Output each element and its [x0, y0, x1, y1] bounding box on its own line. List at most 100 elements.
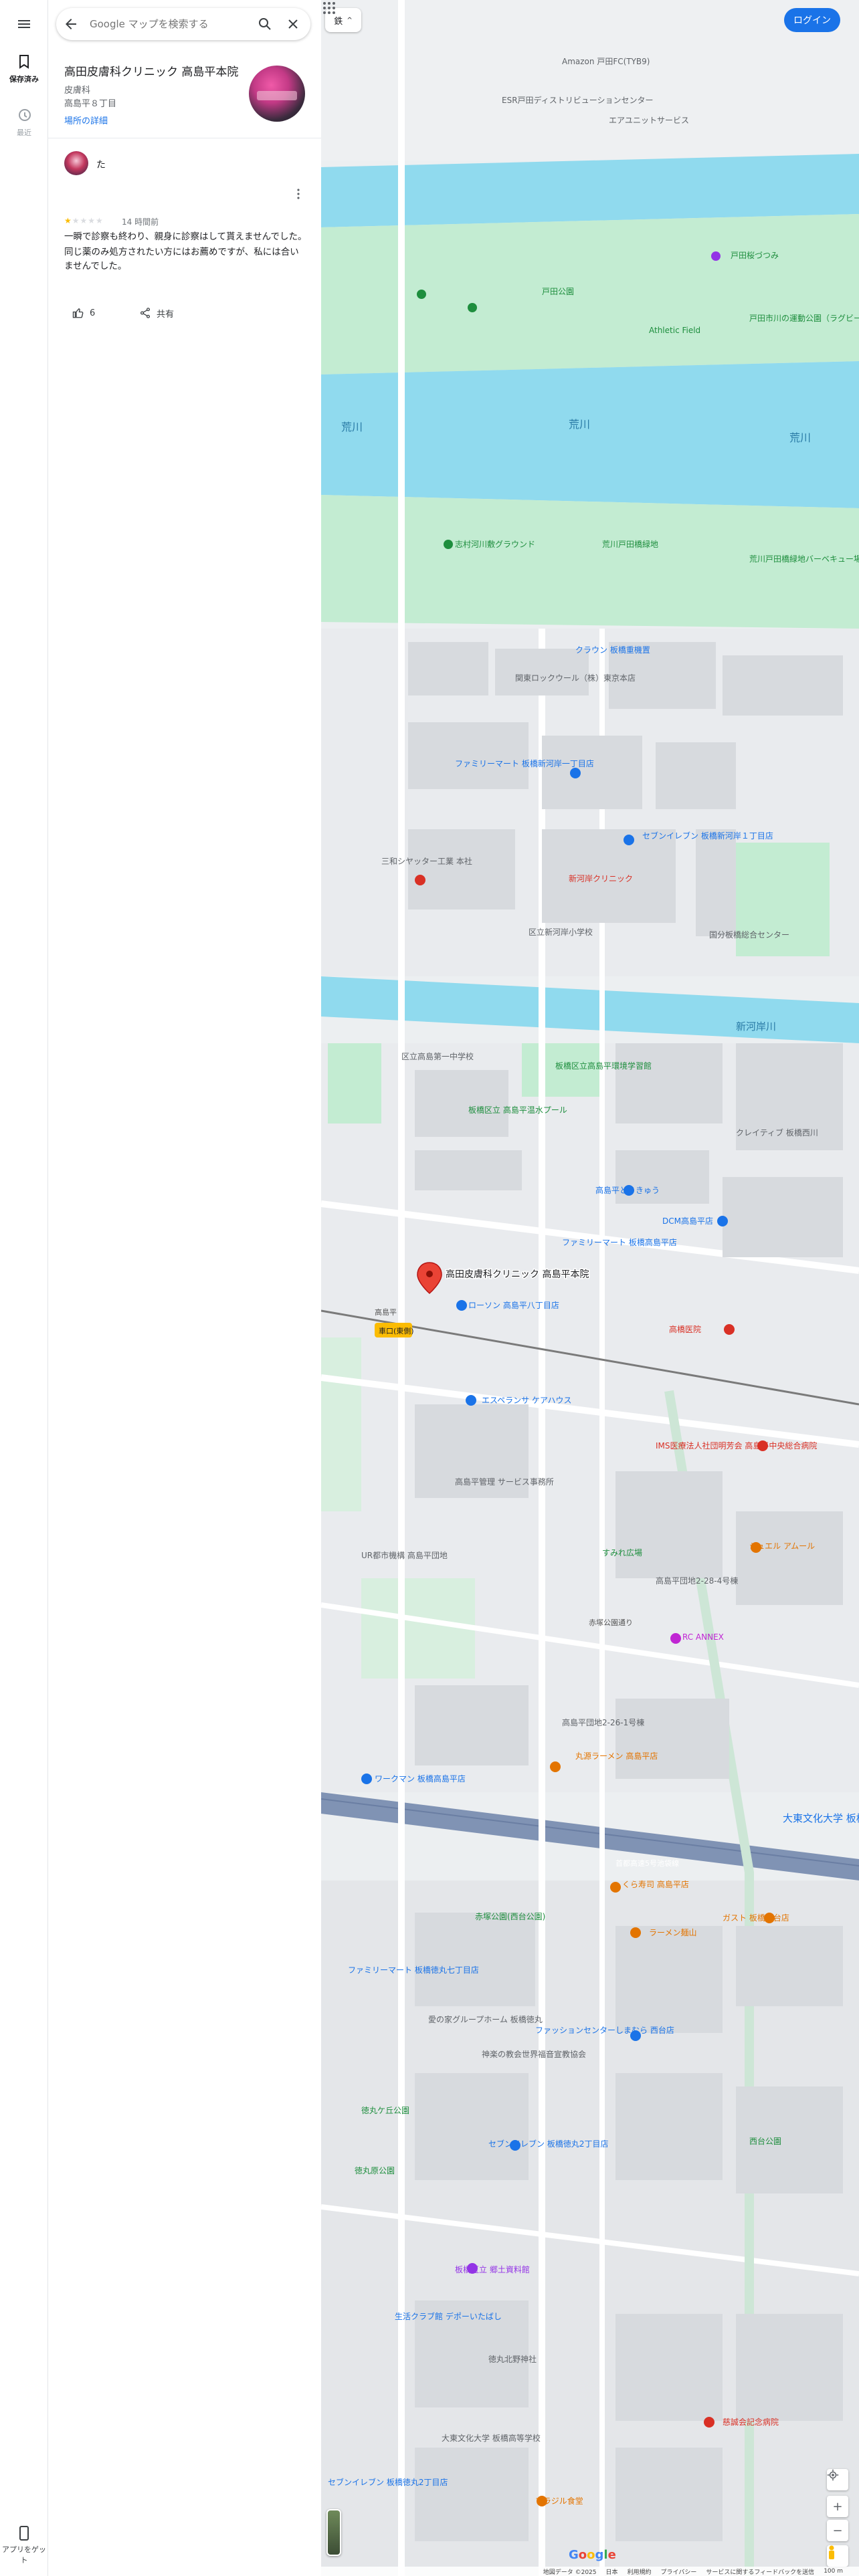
apps-grid-icon[interactable]	[321, 0, 337, 16]
map-label[interactable]: クラウン 板橋重機置	[575, 645, 650, 655]
like-button[interactable]: 6	[72, 304, 95, 322]
map-canvas[interactable]: 荒川 荒川 荒川 新河岸川 Amazon 戸田FC(TYB9) ESR戸田ディス…	[321, 0, 859, 2576]
poi-marker[interactable]	[764, 1913, 775, 1923]
poi-marker[interactable]	[670, 1633, 681, 1644]
map-label[interactable]: 大東文化大学 板橋キャンパス	[783, 1812, 859, 1824]
country-link[interactable]: 日本	[606, 2567, 618, 2576]
poi-marker[interactable]	[704, 2417, 714, 2428]
map-label[interactable]: 丸源ラーメン 高島平店	[575, 1751, 658, 1761]
street-view-button[interactable]	[827, 2545, 848, 2567]
close-icon[interactable]	[285, 16, 301, 32]
map-svg[interactable]: 荒川 荒川 荒川 新河岸川 Amazon 戸田FC(TYB9) ESR戸田ディス…	[321, 0, 859, 2576]
poi-marker[interactable]	[630, 1927, 641, 1938]
map-label[interactable]: ファッションセンターしまむら 西台店	[535, 2025, 674, 2035]
poi-marker[interactable]	[630, 2030, 641, 2041]
map-label[interactable]: 板橋区立 郷土資料館	[455, 2264, 530, 2274]
map-label[interactable]: ワークマン 板橋高島平店	[375, 1774, 466, 1784]
map-label[interactable]: すみれ広場	[602, 1548, 642, 1558]
map-label[interactable]: 徳丸北野神社	[488, 2354, 537, 2364]
map-label[interactable]: 戸田市川の運動公園（ラグビー場）	[749, 313, 859, 323]
more-options-icon[interactable]	[292, 187, 305, 201]
privacy-link[interactable]: プライバシー	[661, 2567, 697, 2576]
map-label[interactable]: 板橋区立 高島平温水プール	[468, 1105, 567, 1115]
back-arrow-icon[interactable]	[63, 16, 79, 32]
zoom-in-button[interactable]: +	[827, 2496, 848, 2517]
map-label[interactable]: RC ANNEX	[682, 1632, 724, 1642]
map-label[interactable]: ローソン 高島平八丁目店	[468, 1300, 559, 1310]
map-label[interactable]: Athletic Field	[649, 326, 700, 335]
search-icon[interactable]	[257, 16, 273, 32]
poi-marker[interactable]	[711, 251, 721, 261]
map-label[interactable]: エスペランサ ケアハウス	[482, 1396, 572, 1405]
map-label[interactable]: 高橋医院	[669, 1324, 701, 1334]
map-label[interactable]: 西台公園	[749, 2136, 781, 2146]
map-label[interactable]: ファミリーマート 板橋高島平店	[562, 1237, 677, 1247]
share-button[interactable]: 共有	[139, 304, 174, 322]
station-label[interactable]: 車口(東側)	[379, 1326, 414, 1335]
map-label[interactable]: エアユニットサービス	[609, 116, 689, 125]
map-label[interactable]: 高島平団地2-26-1号棟	[562, 1717, 644, 1727]
map-label[interactable]: 愛の家グループホーム 板橋徳丸	[428, 2014, 543, 2024]
map-label[interactable]: ファミリーマート 板橋徳丸七丁目店	[348, 1965, 479, 1975]
map-label[interactable]: UR都市機構 高島平団地	[361, 1550, 448, 1560]
poi-marker[interactable]	[550, 1761, 561, 1772]
map-label[interactable]: セブンイレブン 板橋徳丸2丁目店	[488, 2139, 608, 2149]
map-label[interactable]: 区立新河岸小学校	[529, 927, 593, 937]
poi-marker[interactable]	[570, 768, 581, 778]
map-label[interactable]: セブンイレブン 板橋新河岸１丁目店	[642, 831, 773, 841]
map-label[interactable]: 関東ロックウール（株）東京本店	[515, 673, 636, 683]
map-label[interactable]: 生活クラブ館 デポーいたばし	[395, 2311, 502, 2321]
map-label[interactable]: 徳丸ケ丘公園	[361, 2105, 409, 2115]
map-label[interactable]: 慈誠会記念病院	[723, 2417, 779, 2427]
map-label[interactable]: 大東文化大学 板橋高等学校	[442, 2433, 541, 2443]
feedback-link[interactable]: サービスに関するフィードバックを送信	[706, 2567, 814, 2576]
terms-link[interactable]: 利用規約	[628, 2567, 652, 2576]
map-label[interactable]: セブンイレブン 板橋徳丸2丁目店	[328, 2477, 448, 2487]
poi-marker[interactable]	[444, 540, 453, 549]
poi-marker[interactable]	[624, 1185, 634, 1196]
poi-marker[interactable]	[510, 2140, 520, 2151]
map-label[interactable]: 高島平団地2-28-4号棟	[656, 1576, 738, 1586]
map-label[interactable]: DCM高島平店	[662, 1216, 713, 1226]
map-label[interactable]: 国分板橋総合センター	[709, 930, 789, 940]
poi-marker[interactable]	[757, 1440, 768, 1451]
poi-marker[interactable]	[466, 1395, 476, 1406]
poi-marker[interactable]	[415, 875, 425, 885]
map-label[interactable]: 三和シヤッター工業 本社	[381, 856, 472, 866]
menu-button[interactable]	[0, 16, 48, 36]
poi-marker[interactable]	[467, 2263, 478, 2274]
map-label[interactable]: 志村河川敷グラウンド	[455, 539, 535, 549]
map-label[interactable]: Amazon 戸田FC(TYB9)	[562, 57, 650, 66]
recent-button[interactable]: 最近	[0, 107, 48, 138]
poi-marker[interactable]	[751, 1542, 761, 1553]
map-label[interactable]: ファミリーマート 板橋新河岸一丁目店	[455, 758, 594, 768]
map-label[interactable]: IMS医療法人社団明芳会 高島平中央総合病院	[656, 1440, 817, 1451]
map-label[interactable]: クレイティブ 板橋西川	[736, 1128, 818, 1138]
poi-marker[interactable]	[624, 835, 634, 845]
layers-thumbnail[interactable]	[326, 2509, 341, 2556]
get-app-button[interactable]: アプリをゲット	[0, 2525, 48, 2565]
place-thumbnail[interactable]	[249, 66, 305, 122]
zoom-out-button[interactable]: −	[827, 2520, 848, 2541]
map-label[interactable]: くら寿司 高島平店	[622, 1879, 689, 1889]
saved-button[interactable]: 保存済み	[0, 53, 48, 84]
login-button[interactable]: ログイン	[784, 8, 840, 32]
map-label[interactable]: 荒川戸田橋緑地バーベキュー場	[749, 554, 859, 564]
map-label[interactable]: 赤塚公園(西台公園)	[475, 1911, 545, 1921]
reviewer-name[interactable]: た	[96, 158, 106, 171]
map-label[interactable]: 区立高島第一中学校	[401, 1051, 474, 1061]
map-label[interactable]: ESR戸田ディストリビューションセンター	[502, 95, 653, 105]
poi-marker[interactable]	[610, 1882, 621, 1893]
map-label[interactable]: 徳丸原公園	[355, 2165, 395, 2175]
reviewer-avatar[interactable]	[64, 151, 88, 175]
map-label[interactable]: 荒川戸田橋緑地	[602, 539, 658, 549]
map-label[interactable]: 新河岸クリニック	[569, 873, 633, 883]
selected-place-label[interactable]: 高田皮膚科クリニック 高島平本院	[445, 1268, 590, 1281]
map-label[interactable]: 高島平管理 サービス事務所	[455, 1477, 554, 1487]
place-details-link[interactable]: 場所の詳細	[64, 114, 108, 126]
poi-marker[interactable]	[456, 1300, 467, 1311]
poi-marker[interactable]	[717, 1216, 728, 1226]
poi-marker[interactable]	[468, 303, 477, 312]
map-label[interactable]: 神楽の教会世界福音宣教協会	[482, 2049, 586, 2059]
map-label[interactable]: ガスト 板橋西台店	[723, 1913, 789, 1923]
